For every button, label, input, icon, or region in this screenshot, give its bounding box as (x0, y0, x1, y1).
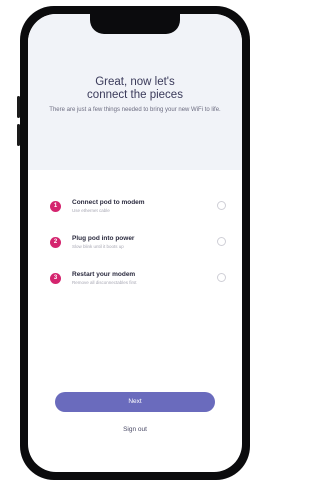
next-button[interactable]: Next (55, 392, 215, 412)
sign-out-link[interactable]: Sign out (28, 426, 242, 433)
page-title-line1: Great, now let's (95, 76, 175, 88)
step-title: Connect pod to modem (72, 199, 145, 206)
step-description: Slow blink until it boots up (72, 244, 124, 249)
volume-down-button (17, 124, 20, 146)
page-title: Great, now let's connect the pieces (28, 76, 242, 102)
step-title: Restart your modem (72, 271, 136, 278)
page-subtitle: There are just a few things needed to br… (49, 107, 221, 113)
step-description: Use ethernet cable (72, 208, 110, 213)
phone-notch (90, 14, 180, 34)
step-checkbox[interactable] (217, 273, 226, 282)
step-restart-modem[interactable]: 3 Restart your modem Remove all disconne… (50, 270, 232, 294)
app-screen: Great, now let's connect the pieces Ther… (28, 14, 242, 472)
step-number-badge: 1 (50, 201, 61, 212)
step-checkbox[interactable] (217, 237, 226, 246)
step-description: Remove all disconnectables first (72, 280, 137, 285)
header-panel: Great, now let's connect the pieces Ther… (28, 14, 242, 170)
volume-up-button (17, 96, 20, 118)
step-number-badge: 3 (50, 273, 61, 284)
step-plug-pod[interactable]: 2 Plug pod into power Slow blink until i… (50, 234, 232, 258)
step-connect-pod[interactable]: 1 Connect pod to modem Use ethernet cabl… (50, 198, 232, 222)
page-title-line2: connect the pieces (87, 89, 183, 101)
phone-frame: Great, now let's connect the pieces Ther… (17, 6, 250, 480)
step-checkbox[interactable] (217, 201, 226, 210)
step-number-badge: 2 (50, 237, 61, 248)
step-title: Plug pod into power (72, 235, 135, 242)
